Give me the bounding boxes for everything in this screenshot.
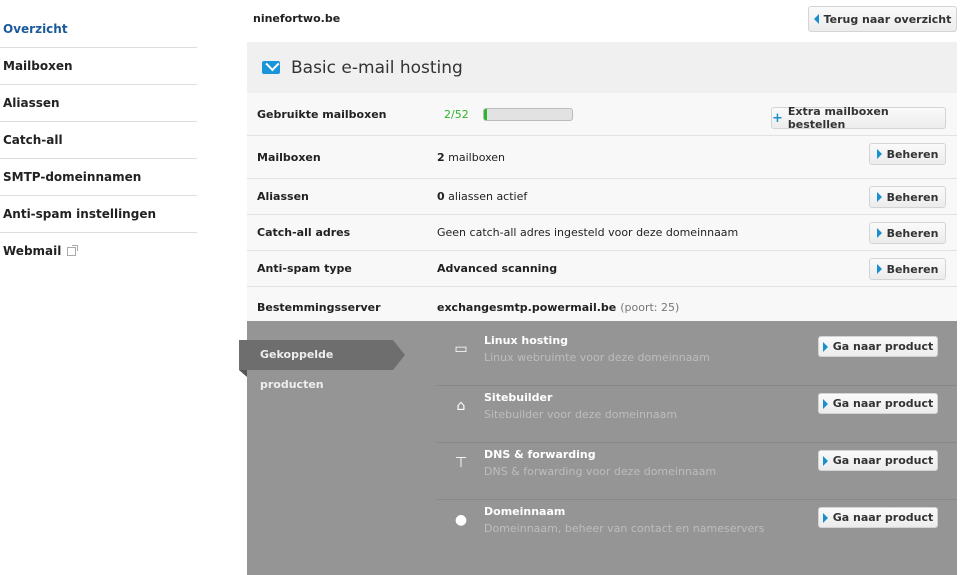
product-description: Linux webruimte voor deze domeinnaam: [484, 351, 710, 364]
chevron-right-icon: [822, 512, 828, 523]
linked-product-item: ⊤ DNS & forwarding DNS & forwarding voor…: [437, 443, 957, 500]
external-link-icon: [67, 245, 79, 256]
usage-progress-bar: [483, 107, 573, 121]
row-value: Geen catch-all adres ingesteld voor deze…: [437, 226, 738, 239]
sidebar-item-anti-spam[interactable]: Anti-spam instellingen: [0, 196, 197, 233]
button-label: Ga naar product: [832, 340, 934, 353]
row-value-text: Geen catch-all adres ingesteld voor deze…: [437, 226, 739, 239]
row-value: 2 mailboxen: [437, 151, 505, 164]
go-to-product-button[interactable]: Ga naar product: [818, 336, 938, 357]
product-name: DNS & forwarding: [484, 448, 596, 461]
sidebar-item-label: Anti-spam instellingen: [3, 207, 156, 221]
usage-progress-fill: [484, 108, 488, 120]
linked-product-item: ⌂ Sitebuilder Sitebuilder voor deze dome…: [437, 386, 957, 443]
server-icon: ▭: [454, 341, 468, 357]
chevron-left-icon: [813, 14, 819, 24]
linked-product-item: ● Domeinnaam Domeinnaam, beheer van cont…: [437, 500, 957, 557]
sidebar-item-label: SMTP-domeinnamen: [3, 170, 142, 184]
go-to-product-button[interactable]: Ga naar product: [818, 507, 938, 528]
button-label: Ga naar product: [832, 397, 934, 410]
chevron-right-icon: [876, 228, 882, 238]
linked-products-tab: Gekoppelde producten: [239, 340, 405, 391]
envelope-icon: [262, 61, 280, 74]
chevron-right-icon: [822, 341, 828, 352]
row-label: Catch-all adres: [257, 226, 351, 239]
sidebar-item-label: Aliassen: [3, 96, 60, 110]
manage-button[interactable]: Beheren: [869, 143, 946, 165]
product-description: Sitebuilder voor deze domeinnaam: [484, 408, 678, 421]
button-label: Beheren: [886, 262, 939, 276]
row-value-strong: 2: [437, 150, 445, 164]
go-to-product-button[interactable]: Ga naar product: [818, 450, 938, 471]
manage-button[interactable]: Beheren: [869, 186, 946, 208]
table-row: Catch-all adres Geen catch-all adres inge…: [247, 215, 957, 251]
table-row: Anti-spam type Advanced scanning Beheren: [247, 251, 957, 287]
manage-button[interactable]: Beheren: [869, 222, 946, 244]
chevron-right-icon: [876, 192, 882, 202]
sidebar-item-label: Mailboxen: [3, 59, 73, 73]
tab-fold: [239, 370, 247, 377]
product-description: DNS & forwarding voor deze domeinnaam: [484, 465, 717, 478]
table-row: Gebruikte mailboxen 2/52 + Extra mailboxe…: [247, 93, 957, 136]
button-label: Terug naar overzicht: [823, 12, 952, 26]
row-value: Advanced scanning: [437, 262, 557, 275]
chevron-right-icon: [876, 264, 882, 274]
sidebar-item-label: Webmail: [3, 244, 62, 258]
product-name: Linux hosting: [484, 334, 569, 347]
row-label: Aliassen: [257, 190, 309, 203]
sidebar: Overzicht Mailboxen Aliassen Catch-all S…: [0, 11, 197, 270]
globe-icon: ●: [454, 512, 468, 528]
linked-product-item: ▭ Linux hosting Linux webruimte voor dez…: [437, 329, 957, 386]
product-name: Domeinnaam: [484, 505, 566, 518]
manage-button[interactable]: Beheren: [869, 258, 946, 280]
row-label: Gebruikte mailboxen: [257, 107, 387, 121]
button-label: Ga naar product: [832, 511, 934, 524]
button-label: Extra mailboxen bestellen: [787, 105, 889, 131]
row-label: Mailboxen: [257, 150, 321, 164]
row-value-text: aliassen actief: [444, 190, 528, 203]
row-value-strong: 0: [437, 190, 445, 203]
settings-rows: Mailboxen 2 mailboxen Beheren Aliassen 0 ali…: [247, 136, 957, 328]
table-row: Mailboxen 2 mailboxen Beheren: [247, 136, 957, 179]
button-label: Beheren: [886, 147, 939, 161]
chevron-right-icon: [876, 149, 882, 159]
back-to-overview-button[interactable]: Terug naar overzicht: [808, 6, 957, 32]
sidebar-item-label: Catch-all: [3, 133, 63, 147]
product-description: Domeinnaam, beheer van contact en namese…: [484, 522, 765, 535]
table-row: Aliassen 0 aliassen actief Beheren: [247, 179, 957, 215]
row-value-strong: Advanced scanning: [437, 262, 558, 275]
row-value: exchangesmtp.powermail.be (poort: 25): [437, 301, 679, 314]
row-value-strong: exchangesmtp.powermail.be: [437, 301, 617, 314]
order-extra-mailboxes-button[interactable]: + Extra mailboxen bestellen: [771, 105, 946, 131]
row-label: Bestemmingsserver: [257, 301, 381, 314]
sidebar-item-smtp-domeinnamen[interactable]: SMTP-domeinnamen: [0, 159, 197, 196]
domain-name: ninefortwo.be: [253, 12, 341, 25]
sidebar-item-overzicht[interactable]: Overzicht: [0, 11, 197, 48]
sidebar-item-label: Overzicht: [3, 22, 68, 36]
sidebar-item-aliassen[interactable]: Aliassen: [0, 85, 197, 122]
chevron-right-icon: [822, 455, 828, 466]
usage-count: 2/52: [444, 107, 469, 121]
signpost-icon: ⊤: [454, 455, 468, 471]
sidebar-item-catch-all[interactable]: Catch-all: [0, 122, 197, 159]
sidebar-item-webmail[interactable]: Webmail: [0, 233, 197, 270]
button-label: Ga naar product: [832, 454, 934, 467]
plus-icon: +: [772, 110, 783, 126]
page-title: Basic e-mail hosting: [291, 57, 463, 78]
row-value-note: (poort: 25): [620, 301, 680, 314]
home-icon: ⌂: [456, 398, 466, 414]
row-value-text: mailboxen: [444, 150, 506, 164]
sidebar-item-mailboxen[interactable]: Mailboxen: [0, 48, 197, 85]
button-label: Beheren: [886, 190, 939, 204]
product-name: Sitebuilder: [484, 391, 553, 404]
row-value: 0 aliassen actief: [437, 190, 527, 203]
settings-table: Gebruikte mailboxen 2/52 + Extra mailboxe…: [247, 93, 957, 328]
go-to-product-button[interactable]: Ga naar product: [818, 393, 938, 414]
button-label: Beheren: [886, 226, 939, 240]
row-label: Anti-spam type: [257, 262, 352, 275]
page-header: Basic e-mail hosting: [247, 42, 957, 93]
chevron-right-icon: [822, 398, 828, 409]
